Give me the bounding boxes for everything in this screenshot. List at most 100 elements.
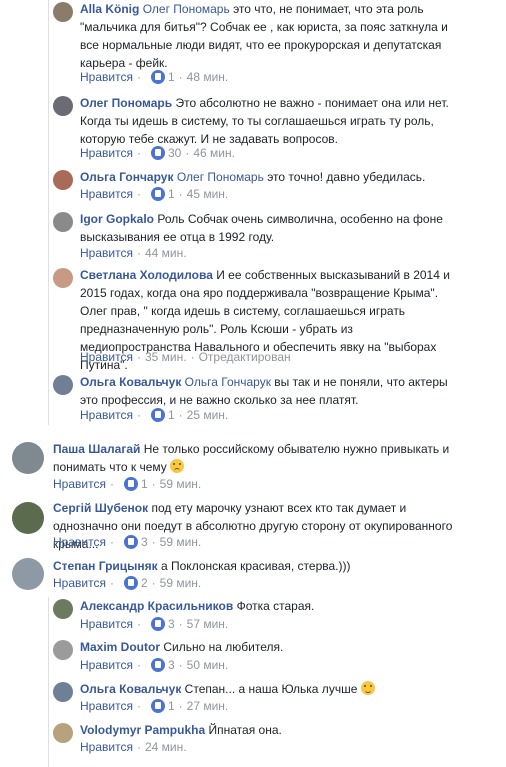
author-name[interactable]: Maxim Doutor bbox=[80, 640, 160, 654]
timestamp[interactable]: 59 мин. bbox=[160, 534, 202, 550]
avatar[interactable] bbox=[53, 2, 73, 22]
author-name[interactable]: Igor Gopkalo bbox=[80, 212, 154, 226]
comment-text: а Поклонская красивая, стерва.))) bbox=[161, 559, 351, 573]
like-count[interactable]: 1 bbox=[141, 476, 148, 492]
avatar[interactable] bbox=[53, 212, 73, 232]
comment-meta: Нравится · 44 мин. bbox=[80, 245, 187, 261]
timestamp[interactable]: 46 мин. bbox=[193, 145, 235, 161]
author-name[interactable]: Ольга Ковальчук bbox=[80, 375, 181, 389]
like-button[interactable]: Нравится bbox=[80, 349, 133, 365]
separator: · bbox=[136, 70, 141, 84]
author-name[interactable]: Volodymyr Pampukha bbox=[80, 723, 205, 737]
separator: · bbox=[136, 146, 141, 160]
author-name[interactable]: Alla König bbox=[80, 2, 139, 16]
like-count[interactable]: 30 bbox=[168, 145, 181, 161]
timestamp[interactable]: 44 мин. bbox=[145, 245, 187, 261]
like-count[interactable]: 3 bbox=[168, 657, 175, 673]
like-thumb-icon[interactable] bbox=[123, 576, 138, 590]
avatar[interactable] bbox=[12, 502, 44, 534]
like-thumb-icon[interactable] bbox=[150, 187, 165, 201]
like-count[interactable]: 1 bbox=[168, 407, 175, 423]
timestamp[interactable]: 25 мин. bbox=[187, 407, 229, 423]
like-count[interactable]: 2 bbox=[141, 575, 148, 591]
avatar[interactable] bbox=[12, 442, 44, 474]
like-button[interactable]: Нравится bbox=[80, 698, 133, 714]
author-name[interactable]: Ольга Гончарук bbox=[80, 170, 173, 184]
separator: · bbox=[185, 146, 190, 160]
comment-body: Олег Пономарь Это абсолютно не важно - п… bbox=[80, 94, 460, 148]
author-name[interactable]: Олег Пономарь bbox=[80, 96, 172, 110]
like-button[interactable]: Нравится bbox=[80, 69, 133, 85]
comment-meta: Нравится · 3 · 59 мин. bbox=[53, 534, 201, 550]
timestamp[interactable]: 59 мин. bbox=[160, 575, 202, 591]
thread-line bbox=[48, 0, 49, 425]
avatar[interactable] bbox=[53, 723, 73, 743]
like-thumb-icon[interactable] bbox=[150, 146, 165, 160]
like-button[interactable]: Нравится bbox=[80, 616, 133, 632]
like-button[interactable]: Нравится bbox=[80, 657, 133, 673]
mention[interactable]: Олег Пономарь bbox=[177, 170, 264, 184]
separator: · bbox=[151, 576, 156, 590]
author-name[interactable]: Степан Грицыняк bbox=[53, 559, 158, 573]
timestamp[interactable]: 24 мин. bbox=[145, 739, 187, 755]
like-thumb-icon[interactable] bbox=[150, 699, 165, 713]
author-name[interactable]: Паша Шалагай bbox=[53, 442, 140, 456]
timestamp[interactable]: 48 мин. bbox=[187, 69, 229, 85]
timestamp[interactable]: 50 мин. bbox=[187, 657, 229, 673]
like-button[interactable]: Нравится bbox=[80, 245, 133, 261]
like-count[interactable]: 1 bbox=[168, 186, 175, 202]
like-thumb-icon[interactable] bbox=[123, 477, 138, 491]
separator: · bbox=[178, 187, 183, 201]
like-button[interactable]: Нравится bbox=[53, 476, 106, 492]
author-name[interactable]: Ольга Ковальчук bbox=[80, 682, 181, 696]
thread-line bbox=[48, 597, 49, 767]
avatar[interactable] bbox=[53, 375, 73, 395]
avatar[interactable] bbox=[12, 558, 44, 590]
like-button[interactable]: Нравится bbox=[80, 186, 133, 202]
separator: · bbox=[136, 187, 141, 201]
avatar[interactable] bbox=[53, 268, 73, 288]
timestamp[interactable]: 45 мин. bbox=[187, 186, 229, 202]
separator: · bbox=[151, 535, 156, 549]
author-name[interactable]: Сергій Шубенок bbox=[53, 501, 148, 515]
like-button[interactable]: Нравится bbox=[53, 575, 106, 591]
like-thumb-icon[interactable] bbox=[150, 408, 165, 422]
like-button[interactable]: Нравится bbox=[80, 145, 133, 161]
comment-text: Йпнатая она. bbox=[208, 723, 282, 737]
comment-meta: Нравится · 1 · 27 мин. bbox=[80, 698, 228, 714]
avatar[interactable] bbox=[53, 170, 73, 190]
like-thumb-icon[interactable] bbox=[150, 617, 165, 631]
timestamp[interactable]: 57 мин. bbox=[187, 616, 229, 632]
avatar[interactable] bbox=[53, 640, 73, 660]
comment-meta: Нравится · 2 · 59 мин. bbox=[53, 575, 201, 591]
mention[interactable]: Ольга Гончарук bbox=[185, 375, 271, 389]
comment-body: Ольга Ковальчук Ольга Гончарук вы так и … bbox=[80, 373, 460, 409]
mention[interactable]: Олег Пономарь bbox=[143, 2, 230, 16]
comment-text: Степан... а наша Юлька лучше bbox=[184, 682, 358, 696]
comment-meta: Нравится · 1 · 59 мин. bbox=[53, 476, 201, 492]
like-button[interactable]: Нравится bbox=[80, 407, 133, 423]
like-count[interactable]: 3 bbox=[141, 534, 148, 550]
comment-body: Степан Грицыняк а Поклонская красивая, с… bbox=[53, 557, 463, 575]
separator: · bbox=[136, 699, 141, 713]
timestamp[interactable]: 27 мин. bbox=[187, 698, 229, 714]
author-name[interactable]: Александр Красильников bbox=[80, 599, 233, 613]
like-count[interactable]: 1 bbox=[168, 698, 175, 714]
avatar[interactable] bbox=[53, 96, 73, 116]
like-thumb-icon[interactable] bbox=[150, 658, 165, 672]
author-name[interactable]: Светлана Холодилова bbox=[80, 268, 213, 282]
like-count[interactable]: 3 bbox=[168, 616, 175, 632]
separator: · bbox=[178, 70, 183, 84]
edited-label[interactable]: Отредактирован bbox=[199, 349, 291, 365]
like-button[interactable]: Нравится bbox=[80, 739, 133, 755]
like-thumb-icon[interactable] bbox=[123, 535, 138, 549]
like-button[interactable]: Нравится bbox=[53, 534, 106, 550]
comment-meta: Нравится · 3 · 50 мин. bbox=[80, 657, 228, 673]
comment-body: Alla König Олег Пономарь это что, не пон… bbox=[80, 0, 460, 72]
timestamp[interactable]: 59 мин. bbox=[160, 476, 202, 492]
like-thumb-icon[interactable] bbox=[150, 70, 165, 84]
avatar[interactable] bbox=[53, 682, 73, 702]
like-count[interactable]: 1 bbox=[168, 69, 175, 85]
avatar[interactable] bbox=[53, 599, 73, 619]
timestamp[interactable]: 35 мин. bbox=[145, 349, 187, 365]
